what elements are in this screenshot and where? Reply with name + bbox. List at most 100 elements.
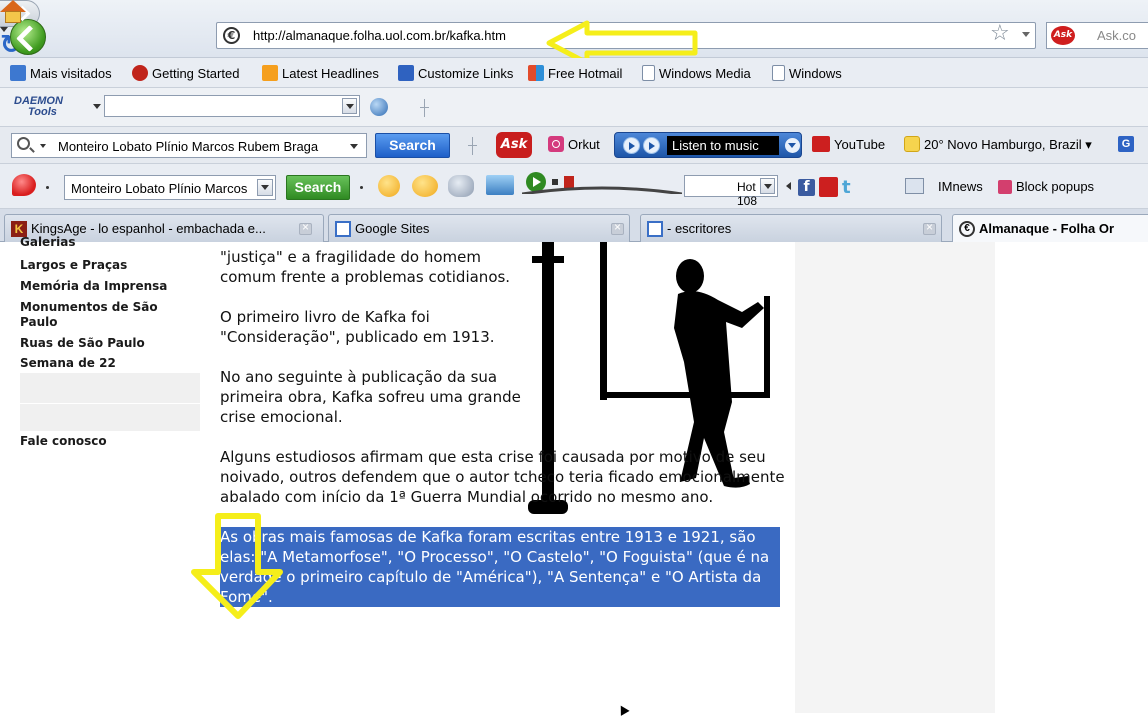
- bookmark-mais-visitados[interactable]: Mais visitados: [10, 65, 112, 81]
- right-side-panel: [795, 242, 995, 713]
- play-icon[interactable]: [623, 137, 640, 154]
- weather-button[interactable]: 20° Novo Hamburgo, Brazil ▾: [904, 136, 1092, 153]
- tab-strip: K KingsAge - lo espanhol - embachada e..…: [0, 209, 1148, 243]
- bookmark-getting-started[interactable]: Getting Started: [132, 65, 239, 81]
- msn-icon: [398, 65, 414, 81]
- orkut-button[interactable]: Orkut: [548, 136, 600, 152]
- media-controls-widget[interactable]: [522, 170, 682, 194]
- music-player-widget[interactable]: Listen to music: [614, 132, 802, 158]
- search-engine-box[interactable]: Ask Ask.co: [1046, 22, 1148, 49]
- rss-icon: [262, 65, 278, 81]
- back-button[interactable]: [10, 19, 46, 55]
- music-label[interactable]: Listen to music: [667, 136, 779, 155]
- combo-dropdown-button[interactable]: [760, 178, 775, 194]
- chevron-down-icon[interactable]: [785, 138, 800, 153]
- youtube-button[interactable]: YouTube: [812, 136, 885, 152]
- mouse-cursor-icon: [616, 703, 630, 716]
- bookmark-customize-links[interactable]: Customize Links: [398, 65, 513, 81]
- toolbar2-search-input[interactable]: Monteiro Lobato Plínio Marcos: [64, 175, 276, 200]
- youtube-icon[interactable]: [819, 177, 838, 197]
- screen-icon[interactable]: [486, 175, 514, 195]
- smiley-icon[interactable]: [378, 175, 400, 197]
- news-icon[interactable]: [905, 178, 924, 194]
- close-tab-icon[interactable]: [299, 220, 312, 235]
- nav-link-memoria[interactable]: Memória da Imprensa: [20, 279, 167, 294]
- dropdown-dot-icon[interactable]: [360, 186, 363, 189]
- bookmark-star-icon[interactable]: ☆: [990, 22, 1010, 46]
- search-button[interactable]: Search: [375, 133, 450, 158]
- toolbar-grip-icon[interactable]: [468, 137, 478, 155]
- emoticon-toolbar: Monteiro Lobato Plínio Marcos Search Hot…: [0, 164, 1148, 209]
- daemon-tools-toolbar: DAEMON Tools: [0, 88, 1148, 127]
- weather-icon: [904, 136, 920, 152]
- toolbar-search-input[interactable]: Monteiro Lobato Plínio Marcos Rubem Brag…: [11, 133, 367, 158]
- orkut-icon: [548, 136, 564, 152]
- nav-link-largos[interactable]: Largos e Praças: [20, 258, 127, 273]
- nav-link-galerias[interactable]: Galerias: [20, 235, 75, 250]
- imnews-button[interactable]: IMnews: [938, 179, 983, 194]
- combo-dropdown-button[interactable]: [342, 98, 357, 114]
- firefox-icon: [132, 65, 148, 81]
- site-favicon-icon: €: [223, 27, 240, 44]
- google-sites-favicon-icon: [647, 221, 663, 237]
- bookmark-latest-headlines[interactable]: Latest Headlines: [262, 65, 379, 81]
- nav-link-ruas[interactable]: Ruas de São Paulo: [20, 336, 145, 351]
- chevron-left-icon[interactable]: [786, 182, 791, 190]
- search-engine-text[interactable]: Ask.co: [1097, 28, 1136, 43]
- radio-station-select[interactable]: Hot 108: [684, 175, 778, 208]
- block-popups-button[interactable]: Block popups: [998, 179, 1094, 194]
- volume-icon[interactable]: [643, 137, 660, 154]
- ask-button[interactable]: Ask: [496, 132, 532, 158]
- page-content: Galerias Largos e Praças Memória da Impr…: [0, 235, 1148, 716]
- chevron-down-icon[interactable]: [350, 144, 358, 149]
- chevron-down-icon[interactable]: [93, 104, 101, 109]
- bookmarks-toolbar: Mais visitados Getting Started Latest He…: [0, 58, 1148, 88]
- toolbar-search-query[interactable]: Monteiro Lobato Plínio Marcos Rubem Brag…: [58, 139, 318, 154]
- tab-google-sites[interactable]: Google Sites: [328, 214, 630, 242]
- nav-link-monumentos[interactable]: Monumentos de São Paulo: [20, 300, 180, 330]
- article-paragraph: Alguns estudiosos afirmam que esta crise…: [220, 448, 785, 506]
- daemon-tools-logo: DAEMON Tools: [14, 95, 63, 118]
- globe-search-icon[interactable]: [370, 98, 388, 116]
- google-button[interactable]: G: [1118, 135, 1134, 152]
- gamepad-icon[interactable]: [448, 175, 474, 197]
- facebook-icon[interactable]: f: [798, 179, 815, 196]
- nav-link-semana-22[interactable]: Semana de 22: [20, 356, 116, 371]
- twitter-icon[interactable]: t: [842, 177, 851, 198]
- search-button[interactable]: Search: [286, 175, 350, 200]
- search-toolbar: Monteiro Lobato Plínio Marcos Rubem Brag…: [0, 127, 1148, 164]
- nav-link-fale-conosco[interactable]: Fale conosco: [20, 434, 107, 449]
- page-icon: [642, 65, 655, 81]
- google-icon: G: [1118, 136, 1134, 152]
- chevron-down-icon[interactable]: [40, 144, 46, 148]
- close-tab-icon[interactable]: [611, 220, 624, 235]
- toolbar-grip-icon[interactable]: [420, 99, 430, 117]
- bookmark-windows[interactable]: Windows: [772, 65, 842, 81]
- nav-spacer: [20, 373, 200, 431]
- article-paragraph: No ano seguinte à publicação da sua prim…: [220, 368, 521, 426]
- block-popups-icon: [998, 180, 1012, 194]
- close-tab-icon[interactable]: [923, 220, 936, 235]
- yellow-arrow-annotation: [191, 513, 283, 619]
- magnifier-icon: [17, 137, 30, 150]
- selected-paragraph: As obras mais famosas de Kafka foram esc…: [220, 527, 780, 607]
- bookmark-free-hotmail[interactable]: Free Hotmail: [528, 65, 622, 81]
- tab-almanaque[interactable]: € Almanaque - Folha Or: [952, 214, 1148, 243]
- tab-escritores[interactable]: - escritores: [640, 214, 942, 242]
- bookmark-windows-media[interactable]: Windows Media: [642, 65, 751, 81]
- daemon-search-input[interactable]: [104, 95, 360, 117]
- most-visited-icon: [10, 65, 26, 81]
- url-text[interactable]: http://almanaque.folha.uol.com.br/kafka.…: [253, 28, 506, 43]
- chevron-down-icon[interactable]: [1022, 32, 1030, 37]
- toolbar2-search-query[interactable]: Monteiro Lobato Plínio Marcos: [71, 181, 251, 196]
- chat-bubble-icon[interactable]: [12, 174, 36, 196]
- windows-icon: [528, 65, 544, 81]
- google-sites-favicon-icon: [335, 221, 351, 237]
- ask-engine-icon[interactable]: Ask: [1051, 26, 1075, 45]
- article-paragraph: O primeiro livro de Kafka foi "Considera…: [220, 308, 495, 346]
- article-paragraph: "justiça" e a fragilidade do homem comum…: [220, 248, 511, 286]
- dropdown-dot-icon[interactable]: [46, 186, 49, 189]
- page-icon: [772, 65, 785, 81]
- smiley-group-icon[interactable]: [412, 175, 438, 197]
- combo-dropdown-button[interactable]: [257, 179, 273, 196]
